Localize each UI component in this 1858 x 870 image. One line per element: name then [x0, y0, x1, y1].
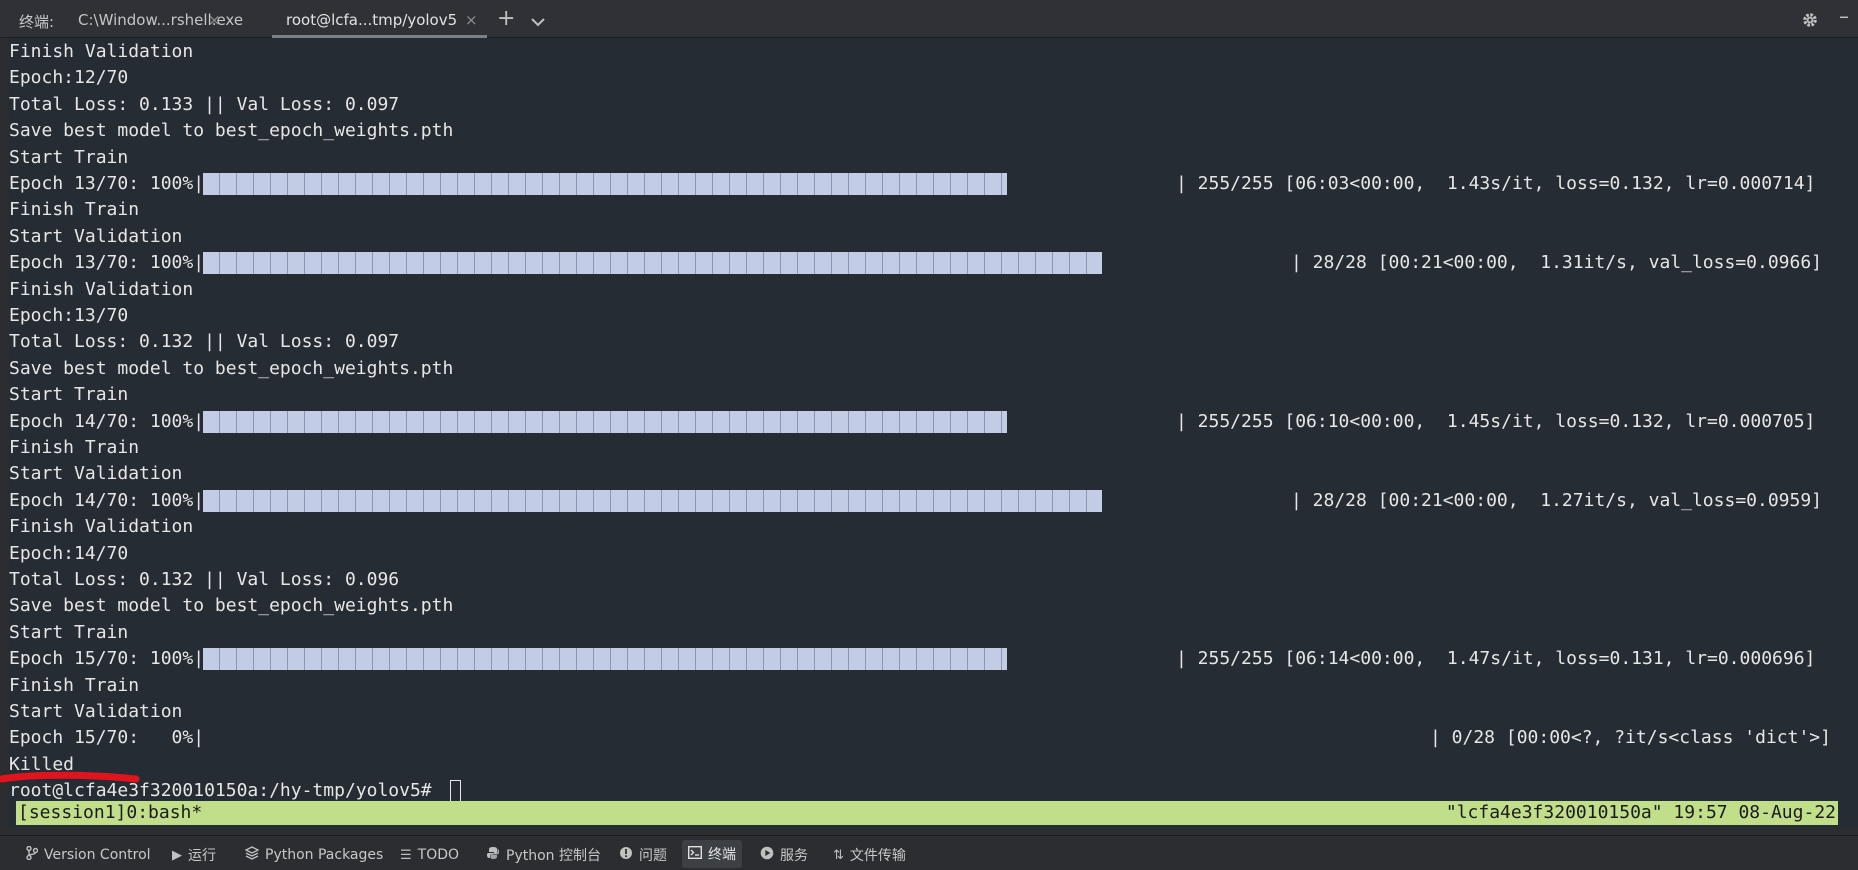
python-packages-button[interactable]: Python Packages — [244, 844, 384, 866]
terminal-line: Finish Validation — [9, 278, 194, 300]
tmux-session-label: [session1]0:bash* — [18, 802, 203, 823]
progress-stats: | 28/28 [00:21<00:00, 1.31it/s, val_loss… — [1291, 252, 1823, 274]
play-icon: ▶ — [172, 847, 182, 863]
tmux-status-bar: [session1]0:bash* "lcfa4e3f320010150a" 1… — [16, 801, 1838, 825]
python-console-label: Python 控制台 — [506, 848, 601, 864]
problems-label: 问题 — [639, 848, 667, 864]
info-icon — [619, 846, 633, 864]
terminal-line: Total Loss: 0.132 || Val Loss: 0.097 — [9, 331, 400, 353]
close-icon[interactable]: × — [465, 11, 478, 29]
terminal-line: Finish Train — [9, 437, 140, 458]
progress-stats: | 0/28 [00:00<?, ?it/s<class 'dict'>] — [1430, 727, 1831, 749]
progress-stats: | 255/255 [06:03<00:00, 1.43s/it, loss=0… — [1176, 173, 1816, 194]
terminal-line: Start Train — [9, 384, 129, 406]
terminal-line: Finish Train — [9, 674, 140, 696]
terminal-line: Save best model to best_epoch_weights.pt… — [9, 357, 454, 379]
red-underline-annotation — [0, 770, 140, 790]
terminal-line: Epoch:13/70 — [9, 305, 129, 326]
problems-button[interactable]: 问题 — [619, 844, 667, 866]
terminal-label: 终端 — [708, 847, 736, 863]
progress-stats: | 28/28 [00:21<00:00, 1.27it/s, val_loss… — [1291, 489, 1823, 511]
progress-line: Epoch 14/70: 100%| — [9, 489, 205, 511]
version-control-label: Version Control — [44, 847, 151, 863]
progress-bar-fill — [202, 173, 1007, 195]
terminal-line: Save best model to best_epoch_weights.pt… — [9, 595, 454, 617]
tool-window-tabbar: 终端: C:\Window...rshell.exe × root@lcfa..… — [0, 0, 1858, 38]
run-button[interactable]: ▶ 运行 — [172, 844, 216, 866]
terminal-line: Finish Train — [9, 199, 140, 221]
python-packages-label: Python Packages — [265, 847, 384, 863]
version-control-button[interactable]: Version Control — [26, 844, 151, 866]
progress-line: Epoch 15/70: 100%| — [9, 648, 205, 670]
terminal-line: Total Loss: 0.132 || Val Loss: 0.096 — [9, 569, 400, 590]
services-button[interactable]: 服务 — [760, 844, 808, 866]
terminal-output[interactable] — [9, 38, 1858, 828]
terminal-line: Start Validation — [9, 463, 183, 485]
progress-bar-fill — [202, 410, 1007, 433]
add-icon[interactable]: + — [497, 6, 515, 31]
python-icon — [486, 846, 500, 864]
text-cursor — [449, 780, 461, 803]
progress-line: Epoch 13/70: 100%| — [9, 173, 205, 194]
progress-stats: | 255/255 [06:14<00:00, 1.47s/it, loss=0… — [1176, 648, 1816, 670]
terminal-line: Start Validation — [9, 225, 183, 247]
terminal-line: Epoch:12/70 — [9, 67, 129, 89]
run-label: 运行 — [188, 848, 216, 864]
minimize-icon[interactable]: – — [1839, 4, 1849, 28]
progress-line: Epoch 13/70: 100%| — [9, 252, 205, 274]
file-transfer-button[interactable]: ⇅ 文件传输 — [833, 844, 906, 866]
transfer-icon: ⇅ — [833, 847, 844, 863]
python-console-button[interactable]: Python 控制台 — [486, 844, 601, 866]
terminal-line: Finish Validation — [9, 516, 194, 538]
terminal-line: Finish Validation — [9, 41, 194, 62]
chevron-down-icon[interactable] — [531, 12, 545, 31]
list-icon: ☰ — [400, 847, 412, 863]
terminal-label: 终端: — [19, 13, 55, 31]
close-icon[interactable]: × — [208, 11, 221, 29]
progress-stats: | 255/255 [06:10<00:00, 1.45s/it, loss=0… — [1176, 410, 1816, 432]
layers-icon — [244, 846, 260, 864]
terminal-line: Start Train — [9, 146, 129, 168]
todo-button[interactable]: ☰ TODO — [400, 844, 459, 866]
gear-icon[interactable] — [1801, 11, 1819, 33]
progress-bar-fill — [202, 648, 1007, 671]
progress-bar-fill — [202, 489, 1102, 512]
progress-bar-fill — [202, 252, 1102, 275]
bottom-tool-window-bar: Version Control ▶ 运行 Python Packages ☰ T… — [0, 835, 1858, 870]
terminal-icon — [687, 845, 703, 863]
terminal-line: Start Validation — [9, 701, 183, 722]
progress-line: Epoch 15/70: 0%| — [9, 727, 205, 749]
terminal-line: Save best model to best_epoch_weights.pt… — [9, 120, 454, 142]
tab-ssh-session[interactable]: root@lcfa...tmp/yolov5 × — [272, 0, 487, 38]
terminal-line: Total Loss: 0.133 || Val Loss: 0.097 — [9, 93, 400, 115]
tmux-host-time: "lcfa4e3f320010150a" 19:57 08-Aug-22 — [1445, 802, 1836, 823]
tab-label: root@lcfa...tmp/yolov5 — [286, 11, 458, 29]
terminal-line: Epoch:14/70 — [9, 542, 129, 564]
progress-line: Epoch 14/70: 100%| — [9, 410, 205, 432]
branch-icon — [26, 845, 39, 864]
terminal-line: Start Train — [9, 621, 129, 643]
file-transfer-label: 文件传输 — [849, 848, 906, 864]
terminal-button[interactable]: 终端 — [682, 840, 742, 868]
tab-powershell[interactable]: C:\Window...rshell.exe × — [64, 0, 243, 38]
todo-label: TODO — [417, 847, 460, 863]
services-icon — [760, 846, 774, 864]
services-label: 服务 — [780, 848, 808, 864]
